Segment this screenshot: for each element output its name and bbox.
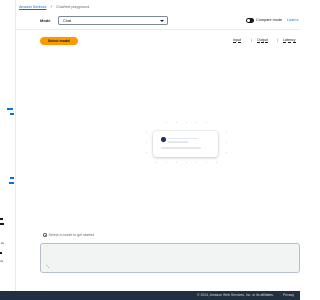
sidebar-link-fragment[interactable]	[7, 108, 13, 110]
decorative-dot	[226, 142, 227, 143]
chevron-right-icon: ›	[50, 3, 53, 10]
metric-input[interactable]: Input	[233, 38, 241, 43]
decorative-dot	[216, 162, 217, 163]
sidebar-text-fragment: rs	[1, 241, 4, 245]
decorative-dot	[146, 152, 147, 153]
decorative-dot	[176, 162, 177, 163]
empty-state-line	[161, 147, 201, 149]
compare-mode-toggle[interactable]	[246, 18, 254, 23]
sidebar-section-fragment	[0, 218, 3, 220]
empty-hint-text: Select a model to get started	[48, 233, 95, 237]
info-icon	[43, 233, 47, 237]
decorative-dot	[146, 142, 147, 143]
empty-state-card	[153, 131, 218, 157]
metric-separator: |	[251, 38, 252, 42]
prompt-input[interactable]: ⤡	[40, 243, 300, 273]
sidebar-link-fragment[interactable]	[9, 182, 14, 184]
compare-mode-label: Compare mode	[256, 18, 283, 22]
sidebar-link-fragment[interactable]	[10, 177, 14, 179]
mode-label: Mode	[40, 18, 51, 23]
decorative-dot	[166, 122, 167, 123]
decorative-dot	[156, 162, 157, 163]
breadcrumb-current: Chat/text playground	[56, 5, 90, 9]
empty-state-avatar	[161, 137, 166, 142]
decorative-dot	[206, 162, 207, 163]
decorative-dot	[196, 122, 197, 123]
caret-down-icon	[160, 19, 164, 22]
toggle-knob	[246, 18, 250, 22]
header-divider	[16, 29, 300, 30]
decorative-dot	[146, 132, 147, 133]
empty-hint: Select a model to get started	[43, 232, 94, 238]
decorative-dot	[186, 122, 187, 123]
resize-corner-icon[interactable]: ⤡	[46, 265, 49, 269]
breadcrumb-bedrock-link[interactable]: Amazon Bedrock	[19, 5, 46, 9]
sidebar-text-fragment: ns	[0, 259, 4, 263]
footer-copyright: © 2024, Amazon Web Services, Inc. or its…	[197, 293, 274, 297]
left-sidebar: rs ns	[0, 0, 16, 291]
empty-state-line	[168, 141, 188, 143]
sidebar-link-fragment[interactable]	[10, 113, 14, 115]
decorative-dot	[206, 122, 207, 123]
select-model-label: Select model	[47, 39, 71, 43]
select-model-button[interactable]: Select model	[40, 37, 78, 45]
empty-state-line	[168, 137, 198, 139]
decorative-dot	[166, 162, 167, 163]
decorative-dot	[226, 132, 227, 133]
footer-privacy-link[interactable]: Privacy	[283, 293, 294, 297]
footer: © 2024, Amazon Web Services, Inc. or its…	[0, 291, 300, 300]
decorative-dot	[226, 152, 227, 153]
sidebar-section-fragment	[0, 252, 2, 254]
metric-output[interactable]: Output	[257, 38, 268, 43]
mode-row: Mode Chat Compare mode Load e	[40, 16, 300, 26]
sidebar-section-fragment	[0, 223, 4, 225]
metric-separator: |	[277, 38, 278, 42]
decorative-dot	[196, 162, 197, 163]
decorative-dot	[186, 162, 187, 163]
metric-latency[interactable]: Latency	[283, 38, 296, 43]
mode-selected-value: Chat	[63, 18, 72, 23]
mode-select[interactable]: Chat	[58, 16, 168, 25]
breadcrumb: Amazon Bedrock › Chat/text playground	[19, 4, 89, 10]
decorative-dot	[176, 122, 177, 123]
load-examples-link[interactable]: Load e	[287, 18, 299, 22]
